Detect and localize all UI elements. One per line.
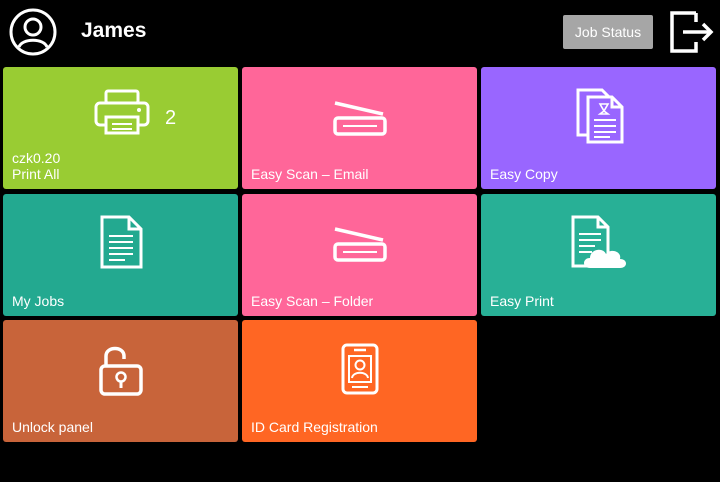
- document-icon: [100, 215, 143, 269]
- tile-print-all[interactable]: 2 czk0.20 Print All: [3, 67, 238, 189]
- job-status-button[interactable]: Job Status: [563, 15, 653, 49]
- user-name: James: [81, 19, 147, 42]
- tile-easy-scan-folder[interactable]: Easy Scan – Folder: [242, 194, 477, 316]
- print-job-count: 2: [165, 107, 177, 129]
- tile-my-jobs[interactable]: My Jobs: [3, 194, 238, 316]
- scanner-icon: [333, 227, 387, 262]
- id-card-icon: [341, 343, 379, 395]
- tile-label: Easy Print: [490, 293, 554, 309]
- unlocked-padlock-icon: [99, 346, 143, 396]
- tile-easy-scan-email[interactable]: Easy Scan – Email: [242, 67, 477, 189]
- tile-label: Easy Scan – Folder: [251, 293, 374, 309]
- tile-label: ID Card Registration: [251, 419, 378, 435]
- tile-label: Easy Scan – Email: [251, 166, 369, 182]
- tile-label: Easy Copy: [490, 166, 558, 182]
- tile-id-card-registration[interactable]: ID Card Registration: [242, 320, 477, 442]
- tile-unlock-panel[interactable]: Unlock panel: [3, 320, 238, 442]
- print-price: czk0.20: [12, 150, 61, 166]
- printer-icon: [94, 89, 150, 135]
- tile-easy-print[interactable]: Easy Print: [481, 194, 716, 316]
- scanner-icon: [333, 101, 387, 136]
- user-avatar-icon[interactable]: [9, 8, 57, 56]
- tile-easy-copy[interactable]: Easy Copy: [481, 67, 716, 189]
- copy-documents-icon: [576, 88, 624, 144]
- document-cloud-icon: [571, 215, 626, 268]
- tile-label: My Jobs: [12, 293, 65, 309]
- top-bar: James Job Status: [0, 0, 720, 64]
- tile-label: Print All: [12, 166, 60, 182]
- tile-label: Unlock panel: [12, 419, 93, 435]
- logout-icon[interactable]: [668, 9, 714, 55]
